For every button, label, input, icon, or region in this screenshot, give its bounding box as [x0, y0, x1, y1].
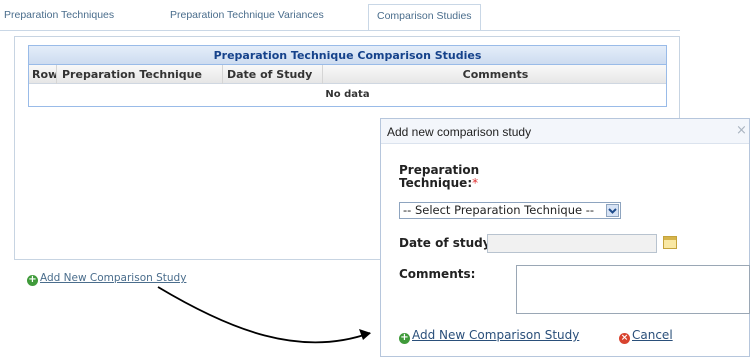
- comparison-studies-grid: Preparation Technique Comparison Studies…: [28, 45, 667, 107]
- grid-empty-message: No data: [325, 89, 370, 100]
- grid-header-row: Row Preparation Technique Date of Study …: [29, 65, 666, 84]
- column-header-row[interactable]: Row: [29, 65, 57, 84]
- column-header-preparation-technique[interactable]: Preparation Technique: [57, 65, 223, 84]
- tab-divider: [0, 30, 680, 31]
- select-value: -- Select Preparation Technique --: [403, 203, 595, 217]
- dialog-add-button[interactable]: + Add New Comparison Study: [399, 328, 579, 344]
- add-icon: +: [399, 332, 410, 344]
- add-comparison-study-link[interactable]: + Add New Comparison Study: [27, 272, 186, 286]
- add-icon: +: [27, 274, 38, 286]
- preparation-technique-select[interactable]: -- Select Preparation Technique --: [399, 202, 621, 219]
- add-comparison-dialog: Add new comparison study × Preparation T…: [380, 118, 750, 357]
- preparation-technique-label: Preparation Technique:*: [399, 163, 480, 190]
- comments-label: Comments:: [399, 267, 476, 281]
- chevron-down-icon: [606, 204, 619, 217]
- date-of-study-input[interactable]: [487, 234, 657, 253]
- comments-textarea[interactable]: [516, 265, 750, 314]
- dialog-cancel-label: Cancel: [632, 328, 673, 342]
- tab-preparation-techniques[interactable]: Preparation Techniques: [4, 9, 114, 21]
- grid-title: Preparation Technique Comparison Studies: [29, 46, 666, 65]
- dialog-header: Add new comparison study ×: [381, 119, 749, 144]
- tab-preparation-technique-variances[interactable]: Preparation Technique Variances: [170, 9, 324, 21]
- column-header-date-of-study[interactable]: Date of Study: [223, 65, 323, 84]
- required-marker: *: [472, 176, 479, 190]
- dialog-title: Add new comparison study: [387, 125, 532, 139]
- dialog-add-label: Add New Comparison Study: [412, 328, 580, 342]
- tab-strip: Preparation Techniques Preparation Techn…: [0, 0, 750, 34]
- dialog-cancel-button[interactable]: × Cancel: [619, 328, 673, 344]
- cancel-icon: ×: [619, 333, 630, 344]
- close-icon[interactable]: ×: [736, 123, 747, 138]
- calendar-icon[interactable]: [663, 236, 677, 249]
- add-link-label: Add New Comparison Study: [40, 272, 187, 284]
- tab-comparison-studies[interactable]: Comparison Studies: [368, 4, 481, 31]
- column-header-comments[interactable]: Comments: [323, 65, 668, 84]
